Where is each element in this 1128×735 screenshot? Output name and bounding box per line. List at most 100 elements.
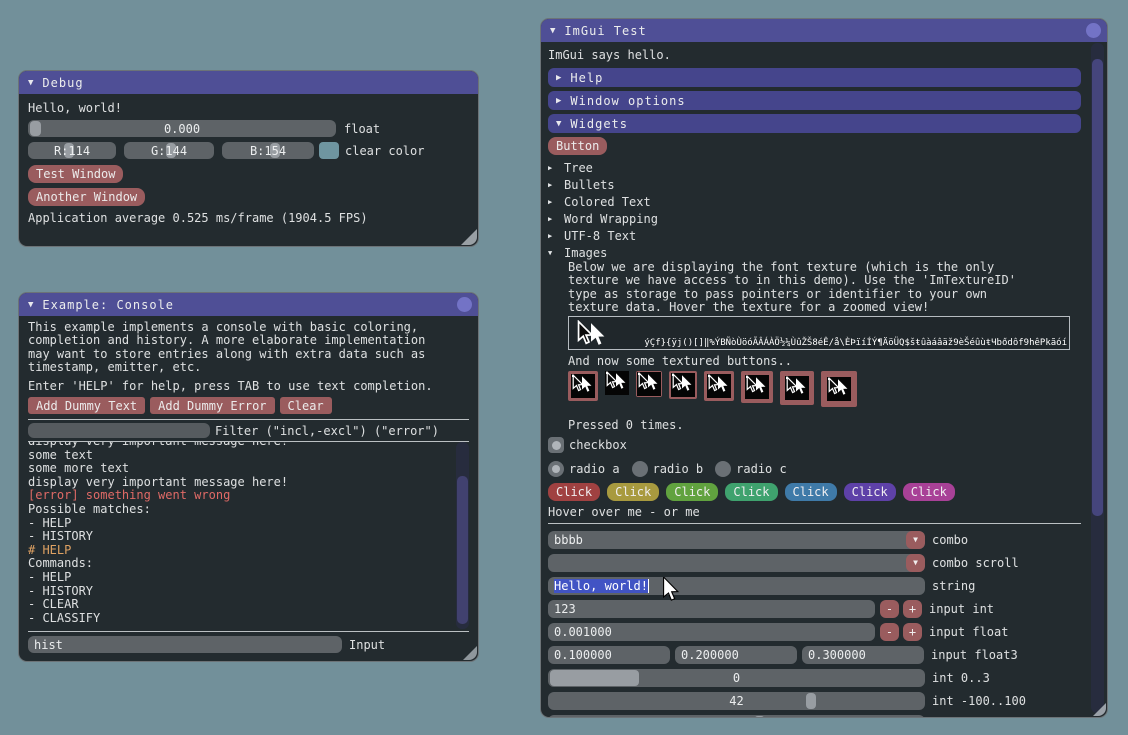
string-input[interactable]: Hello, world! xyxy=(548,577,925,595)
color-b-value: B:154 xyxy=(250,144,286,158)
close-icon[interactable] xyxy=(457,297,472,312)
header-widgets[interactable]: ▼ Widgets xyxy=(548,114,1081,133)
color-g-value: G:144 xyxy=(151,144,187,158)
color-edit-g[interactable]: G:144 xyxy=(124,142,214,159)
input-int-field[interactable]: 123 xyxy=(548,600,875,618)
decrement-button[interactable]: - xyxy=(880,623,899,641)
slider-grab[interactable] xyxy=(806,693,816,709)
float-slider-row: 0.000 float xyxy=(28,120,469,137)
slider-label: float xyxy=(932,717,968,718)
radio-button-c[interactable] xyxy=(715,461,731,477)
click-button[interactable]: Click xyxy=(725,483,777,501)
tree-item-images[interactable]: ▼Images xyxy=(548,244,1081,261)
tree-item-label: Tree xyxy=(564,161,593,175)
increment-button[interactable]: + xyxy=(903,600,922,618)
click-button[interactable]: Click xyxy=(666,483,718,501)
console-log[interactable]: display very important message here! som… xyxy=(28,442,469,631)
combo-arrow-icon[interactable]: ▼ xyxy=(906,554,925,572)
clear-button[interactable]: Clear xyxy=(280,397,332,414)
input-float-field[interactable]: 0.001000 xyxy=(548,623,875,641)
add-dummy-error-button[interactable]: Add Dummy Error xyxy=(150,397,274,414)
image-button[interactable] xyxy=(821,371,857,407)
radio-label: radio b xyxy=(653,462,704,476)
click-button[interactable]: Click xyxy=(607,483,659,501)
float3-z-value: 0.300000 xyxy=(808,648,866,662)
close-icon[interactable] xyxy=(1086,23,1101,38)
console-titlebar[interactable]: ▼ Example: Console xyxy=(19,293,478,316)
font-texture-image[interactable]: ýÇf}{ÿj()[]‖%ÝBÑòÙöóÃÂÁÀÖ½¼ÙûŽŠ8éÊ/å\ÈÞï… xyxy=(568,316,1070,350)
console-input[interactable]: hist xyxy=(28,636,342,653)
texture-row: ýÇf}{ÿj()[]‖%ÝBÑòÙöóÃÂÁÀÖ½¼ÙûŽŠ8éÊ/å\ÈÞï… xyxy=(615,338,1067,348)
float-slider[interactable]: 0.000 xyxy=(28,120,336,137)
combo-scroll-select[interactable]: ▼ xyxy=(548,554,925,572)
tree-item-bullets[interactable]: ▶Bullets xyxy=(548,176,1081,193)
color-edit-b[interactable]: B:154 xyxy=(222,142,314,159)
tree-item-word-wrapping[interactable]: ▶Word Wrapping xyxy=(548,210,1081,227)
color-edit-r[interactable]: R:114 xyxy=(28,142,116,159)
decrement-button[interactable]: - xyxy=(880,600,899,618)
slider-int-small-row: 0 int 0..3 xyxy=(548,669,1081,687)
debug-titlebar[interactable]: ▼ Debug xyxy=(19,71,478,94)
collapse-arrow-icon[interactable]: ▼ xyxy=(550,26,556,36)
slider-int-100[interactable]: 42 xyxy=(548,692,925,710)
image-button[interactable] xyxy=(704,371,734,401)
slider-grab[interactable] xyxy=(550,670,639,686)
radio-button-a[interactable] xyxy=(548,461,564,477)
tree-item-label: Word Wrapping xyxy=(564,212,658,226)
scrollbar-thumb[interactable] xyxy=(1092,59,1103,516)
combo-arrow-icon[interactable]: ▼ xyxy=(906,531,925,549)
log-line: Possible matches: xyxy=(28,503,451,517)
combo-value: bbbb xyxy=(554,533,583,547)
image-button[interactable] xyxy=(741,371,773,403)
collapse-arrow-icon[interactable]: ▼ xyxy=(28,300,34,310)
click-button[interactable]: Click xyxy=(903,483,955,501)
input-float3-y[interactable]: 0.200000 xyxy=(675,646,797,664)
another-window-button[interactable]: Another Window xyxy=(28,188,145,206)
image-button[interactable] xyxy=(568,371,598,401)
test-window-button[interactable]: Test Window xyxy=(28,165,123,183)
header-label: Window options xyxy=(570,94,685,108)
input-float3-z[interactable]: 0.300000 xyxy=(802,646,924,664)
tree-item-colored-text[interactable]: ▶Colored Text xyxy=(548,193,1081,210)
scrollbar-thumb[interactable] xyxy=(457,476,468,624)
console-input-label: Input xyxy=(349,638,385,652)
images-description: texture data. Hover the texture for a zo… xyxy=(568,301,1081,314)
slider-int-0-3[interactable]: 0 xyxy=(548,669,925,687)
slider-grab[interactable] xyxy=(30,121,41,136)
add-dummy-text-button[interactable]: Add Dummy Text xyxy=(28,397,145,414)
increment-button[interactable]: + xyxy=(903,623,922,641)
chevron-right-icon: ▶ xyxy=(548,215,564,223)
chevron-down-icon: ▼ xyxy=(548,249,564,257)
image-button[interactable] xyxy=(780,371,814,405)
click-button[interactable]: Click xyxy=(844,483,896,501)
chevron-right-icon: ▶ xyxy=(548,181,564,189)
test-titlebar[interactable]: ▼ ImGui Test xyxy=(541,19,1107,42)
console-scrollbar[interactable] xyxy=(456,442,469,629)
radio-button-b[interactable] xyxy=(632,461,648,477)
console-input-value: hist xyxy=(34,638,63,652)
image-button[interactable] xyxy=(669,371,697,399)
collapse-arrow-icon[interactable]: ▼ xyxy=(28,78,34,88)
image-button[interactable] xyxy=(636,371,662,397)
input-float3-x[interactable]: 0.100000 xyxy=(548,646,670,664)
slider-float[interactable]: 4.123 xyxy=(548,715,925,718)
header-help[interactable]: ▶ Help xyxy=(548,68,1081,87)
checkbox[interactable] xyxy=(548,437,564,453)
combo-scroll-row: ▼ combo scroll xyxy=(548,554,1081,572)
filter-input[interactable] xyxy=(28,423,210,438)
combo-select[interactable]: bbbb ▼ xyxy=(548,531,925,549)
click-button[interactable]: Click xyxy=(548,483,600,501)
button-widget[interactable]: Button xyxy=(548,137,607,155)
checkbox-row[interactable]: checkbox xyxy=(548,437,1081,453)
slider-value: 0.000 xyxy=(164,122,200,136)
mouse-cursor-icon xyxy=(662,577,681,604)
tree-item-tree[interactable]: ▶Tree xyxy=(548,159,1081,176)
color-swatch[interactable] xyxy=(319,142,339,159)
slider-grab[interactable] xyxy=(754,716,765,718)
window-scrollbar[interactable] xyxy=(1091,43,1104,713)
tree-item-utf8-text[interactable]: ▶UTF-8 Text xyxy=(548,227,1081,244)
click-button[interactable]: Click xyxy=(785,483,837,501)
image-button[interactable] xyxy=(605,371,629,395)
header-window-options[interactable]: ▶ Window options xyxy=(548,91,1081,110)
hover-text[interactable]: Hover over me - or me xyxy=(548,506,1081,519)
